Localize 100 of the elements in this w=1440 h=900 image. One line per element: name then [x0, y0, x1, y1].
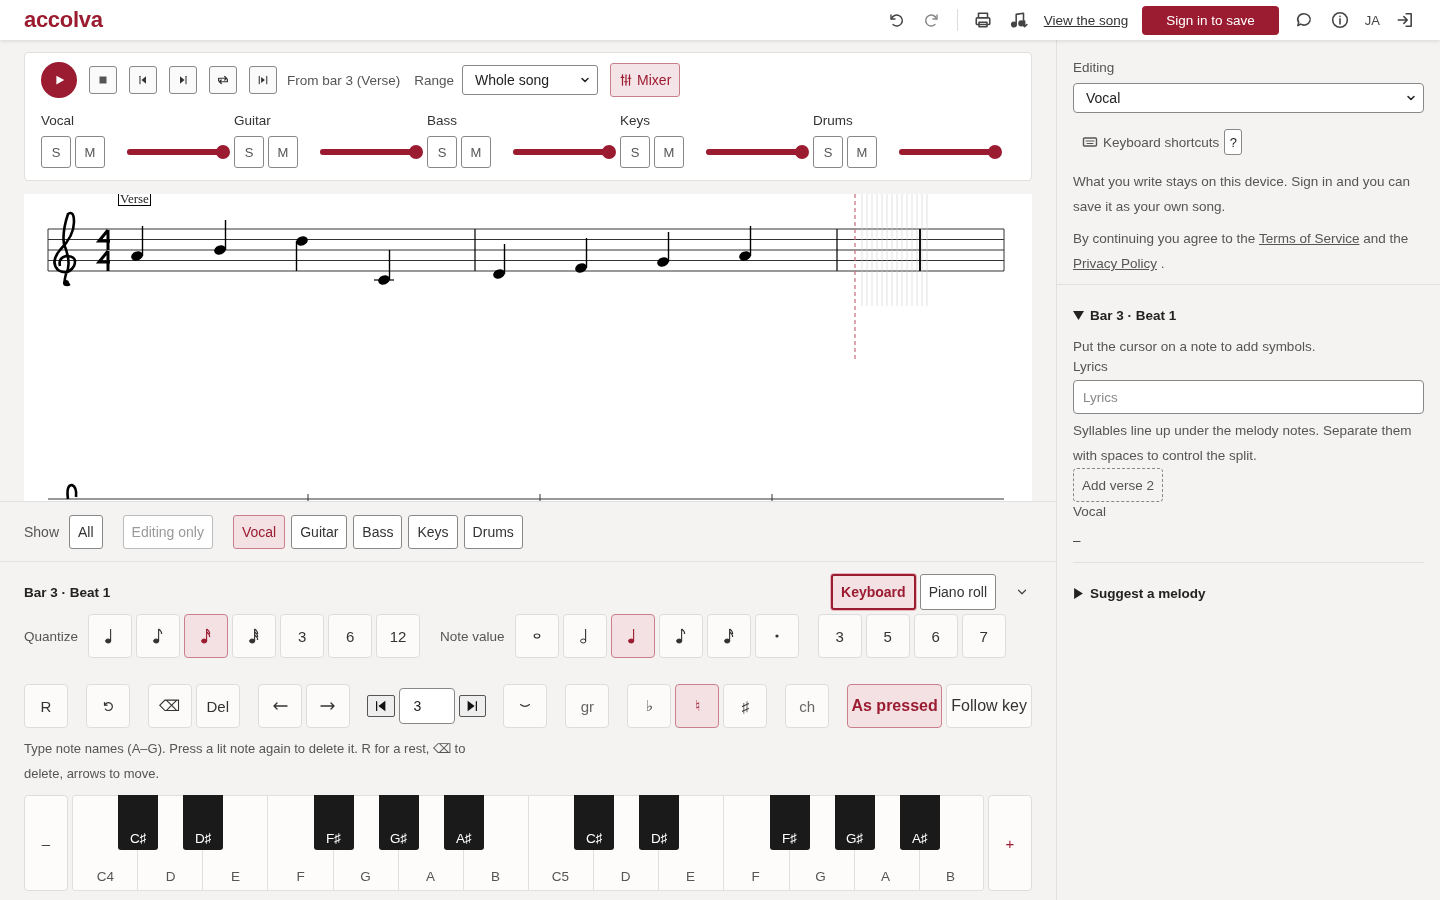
mute-button[interactable]: M [654, 136, 684, 168]
sharp-key[interactable]: G♯ [834, 795, 875, 850]
mode-tab[interactable]: Keyboard [831, 574, 916, 610]
add-verse-button[interactable]: Add verse 2 [1073, 468, 1164, 502]
track-filter-button[interactable]: All [69, 514, 103, 549]
piano-key[interactable]: E [203, 852, 268, 890]
mixer-button[interactable]: Mixer [610, 63, 681, 97]
rest-button[interactable]: R [24, 684, 68, 728]
piano-key[interactable]: D [138, 852, 203, 890]
sharp-key[interactable]: F♯ [769, 795, 810, 850]
mute-button[interactable]: M [461, 136, 491, 168]
speech-bubble-icon [1294, 11, 1313, 29]
piano-key[interactable]: E [658, 852, 723, 890]
section-toggle[interactable]: Suggest a melody [1073, 586, 1206, 601]
piano-key[interactable]: G [788, 852, 853, 890]
bar-number-field[interactable]: 3 [398, 688, 455, 724]
quantize-button[interactable]: 3 [280, 614, 325, 658]
note-value-button[interactable] [610, 614, 655, 658]
accidental-button[interactable]: ♯ [723, 684, 768, 728]
mute-button[interactable]: M [268, 136, 298, 168]
octave-up-button[interactable]: + [988, 795, 1032, 891]
chord-button[interactable]: ch [785, 684, 830, 728]
mute-button[interactable]: M [75, 136, 105, 168]
play-from-cursor-button[interactable] [249, 66, 277, 94]
solo-button[interactable]: S [427, 136, 457, 168]
music-notes-icon [1009, 11, 1028, 29]
sharp-key[interactable]: D♯ [183, 795, 224, 850]
track-filter-button[interactable]: Vocal [233, 514, 286, 549]
spelling-button[interactable]: Follow key [946, 684, 1032, 728]
sharp-key[interactable]: F♯ [313, 795, 354, 850]
track-filter-button[interactable]: Bass [353, 514, 403, 549]
range-select[interactable]: Whole song [462, 65, 599, 95]
track-name: Keys [620, 113, 650, 128]
track-filter-button[interactable]: Keys [408, 514, 458, 549]
sign-in-button[interactable]: Sign in to save [1142, 5, 1279, 35]
piano-key[interactable]: A [853, 852, 918, 890]
whole-note-icon [532, 633, 541, 639]
piano-key[interactable]: A [398, 852, 463, 890]
piano-key[interactable]: B [918, 852, 983, 890]
solo-button[interactable]: S [813, 136, 843, 168]
piano-key[interactable]: G [333, 852, 398, 890]
skip-forward-icon [465, 699, 480, 713]
delete-button[interactable]: Del [195, 684, 240, 728]
piano-key[interactable]: C4 [73, 852, 138, 890]
sharp-key[interactable]: A♯ [443, 795, 484, 850]
logo[interactable]: accolva [24, 7, 103, 33]
quantize-button[interactable]: 6 [328, 614, 373, 658]
piano-key[interactable]: F [723, 852, 788, 890]
previous-bar-button[interactable] [367, 695, 395, 717]
editing-label: Editing [1073, 60, 1115, 75]
spelling-button[interactable]: As pressed [846, 684, 943, 728]
piano-key[interactable]: F [268, 852, 333, 890]
next-bar-button[interactable] [458, 695, 486, 717]
piano-key[interactable]: C5 [528, 852, 593, 890]
shortcuts-label: Keyboard shortcuts [1103, 134, 1220, 150]
position-title: Bar 3 · Beat 1 [24, 584, 111, 600]
track-filter-button[interactable]: Drums [463, 514, 523, 549]
solo-button[interactable]: S [234, 136, 264, 168]
stop-button[interactable] [89, 66, 117, 94]
mute-button[interactable]: M [847, 136, 877, 168]
eighth-note-icon [153, 628, 164, 644]
mode-tab[interactable]: Piano roll [919, 574, 996, 610]
octave-down-button[interactable]: – [24, 795, 68, 891]
sharp-key[interactable]: C♯ [118, 795, 159, 850]
privacy-link[interactable]: Privacy Policy [1073, 256, 1158, 271]
solo-button[interactable]: S [620, 136, 650, 168]
help-button[interactable]: ? [1224, 129, 1243, 155]
lyrics-field[interactable]: Lyrics [1073, 380, 1424, 414]
piano-key[interactable]: D [593, 852, 658, 890]
exit-icon [1396, 11, 1414, 29]
grace-note-button[interactable]: gr [565, 684, 610, 728]
tuplet-button[interactable]: 5 [865, 614, 910, 658]
track-name: Guitar [234, 113, 271, 128]
sharp-key[interactable]: C♯ [574, 795, 615, 850]
solo-button[interactable]: S [41, 136, 71, 168]
section-toggle[interactable]: Bar 3 · Beat 1 [1073, 308, 1177, 323]
track-select[interactable]: Vocal [1073, 83, 1424, 113]
skip-back-icon [374, 699, 388, 713]
sharp-key[interactable]: G♯ [378, 795, 419, 850]
accidental-button[interactable]: ♮ [675, 684, 720, 728]
view-song-link[interactable]: View the song [1043, 12, 1129, 28]
sharp-key[interactable]: A♯ [899, 795, 940, 850]
keyboard-icon [1082, 134, 1098, 150]
track-filter-button[interactable]: Guitar [291, 514, 348, 549]
language-button[interactable]: JA [1364, 12, 1380, 28]
previous-button[interactable] [129, 66, 157, 94]
sharp-key[interactable]: D♯ [639, 795, 680, 850]
piano-key[interactable]: B [463, 852, 528, 890]
play-button[interactable] [41, 62, 77, 98]
backspace-button[interactable]: ⌫ [147, 684, 192, 728]
tuplet-button[interactable]: 3 [817, 614, 862, 658]
accidental-button[interactable]: ♭ [627, 684, 672, 728]
tuplet-button[interactable]: 6 [913, 614, 958, 658]
loop-button[interactable] [209, 66, 237, 94]
terms-link[interactable]: Terms of Service [1258, 231, 1360, 246]
quantize-button[interactable] [184, 614, 229, 658]
help-text: Type note names (A–G). Press a lit note again to delete it. R for a rest, ⌫ to delete, arrows to move. [24, 740, 467, 783]
quantize-button[interactable]: 12 [376, 614, 421, 658]
tuplet-button[interactable]: 7 [961, 614, 1006, 658]
next-button[interactable] [169, 66, 197, 94]
